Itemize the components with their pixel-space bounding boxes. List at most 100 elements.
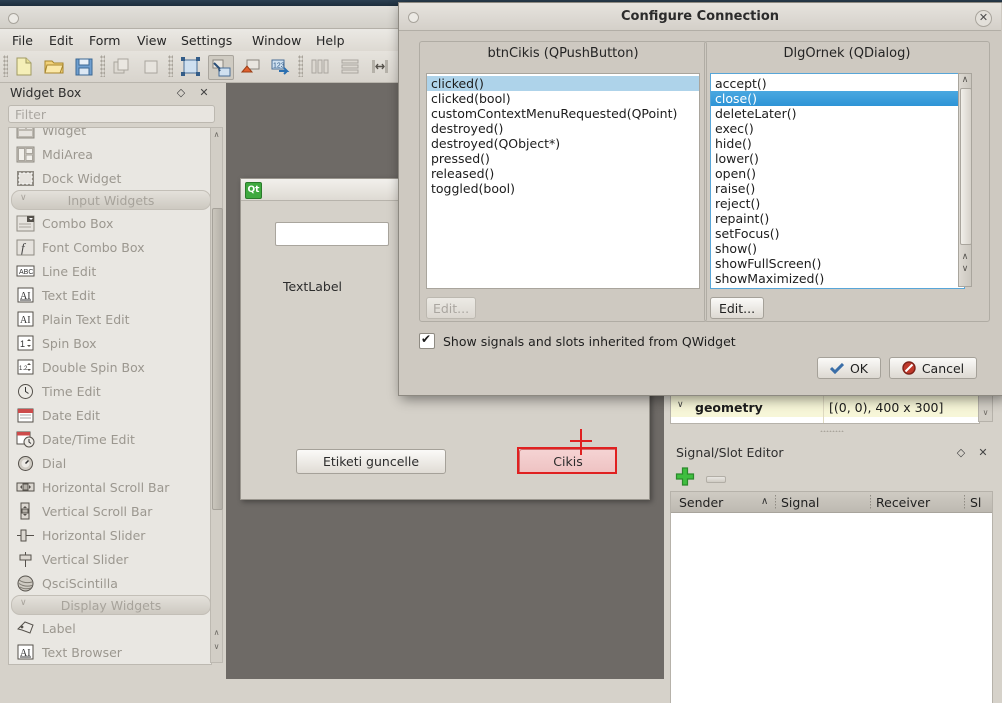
form-line-edit[interactable] bbox=[275, 222, 389, 246]
scroll-down-icon[interactable]: ∨ bbox=[960, 264, 970, 275]
float-icon[interactable]: ◇ bbox=[954, 446, 968, 460]
menu-edit[interactable]: Edit bbox=[45, 32, 77, 49]
list-item[interactable]: Time Edit bbox=[9, 379, 211, 403]
save-form-icon[interactable] bbox=[72, 55, 96, 78]
list-item[interactable]: raise() bbox=[711, 181, 964, 196]
list-item[interactable]: Vertical Scroll Bar bbox=[9, 499, 211, 523]
menu-help[interactable]: Help bbox=[312, 32, 349, 49]
list-item[interactable]: hide() bbox=[711, 136, 964, 151]
column-header-signal[interactable]: Signal bbox=[781, 495, 819, 510]
open-form-icon[interactable] bbox=[42, 55, 66, 78]
list-item[interactable]: Horizontal Scroll Bar bbox=[9, 475, 211, 499]
scroll-up-icon-2[interactable]: ∧ bbox=[212, 628, 221, 638]
list-item[interactable]: show() bbox=[711, 241, 964, 256]
list-item[interactable]: reject() bbox=[711, 196, 964, 211]
list-item[interactable]: open() bbox=[711, 166, 964, 181]
list-item[interactable]: showMinimized() bbox=[711, 286, 964, 288]
widget-box-scrollbar[interactable]: ∧ ∧ ∨ bbox=[210, 127, 223, 663]
configure-connection-dialog[interactable]: Configure Connection ✕ btnCikis (QPushBu… bbox=[398, 2, 1002, 396]
column-header-slot[interactable]: Sl bbox=[970, 495, 981, 510]
column-divider[interactable] bbox=[964, 495, 965, 509]
list-item[interactable]: Vertical Slider bbox=[9, 547, 211, 571]
signal-list[interactable]: clicked() clicked(bool) customContextMen… bbox=[426, 73, 700, 289]
edit-tab-order-icon[interactable]: 123 bbox=[268, 55, 292, 78]
list-item[interactable]: 1.2 Double Spin Box bbox=[9, 355, 211, 379]
list-item[interactable]: Date/Time Edit bbox=[9, 427, 211, 451]
toolbar-grip-2[interactable] bbox=[100, 55, 105, 77]
list-item[interactable]: accept() bbox=[711, 76, 964, 91]
list-item[interactable]: MdiArea bbox=[9, 142, 211, 166]
cancel-button[interactable]: Cancel bbox=[889, 357, 977, 379]
layout-vertical-icon[interactable] bbox=[338, 55, 362, 78]
menu-window[interactable]: Window bbox=[248, 32, 305, 49]
signal-slot-editor-table[interactable]: Sender ∧ Signal Receiver Sl bbox=[670, 491, 993, 703]
list-item[interactable]: AI Plain Text Edit bbox=[9, 307, 211, 331]
list-item[interactable]: Combo Box bbox=[9, 211, 211, 235]
copy-icon[interactable] bbox=[140, 55, 164, 78]
close-icon[interactable]: ✕ bbox=[975, 10, 992, 27]
list-item[interactable]: showMaximized() bbox=[711, 271, 964, 286]
column-header-sender[interactable]: Sender bbox=[679, 495, 723, 510]
list-item[interactable]: exec() bbox=[711, 121, 964, 136]
scrollbar-thumb[interactable] bbox=[212, 208, 223, 510]
new-form-icon[interactable] bbox=[12, 55, 36, 78]
menu-settings[interactable]: Settings bbox=[177, 32, 236, 49]
edit-widgets-icon[interactable] bbox=[178, 55, 202, 78]
list-item[interactable]: toggled(bool) bbox=[427, 181, 699, 196]
add-icon[interactable] bbox=[675, 467, 695, 487]
cut-icon[interactable] bbox=[110, 55, 134, 78]
list-item[interactable]: f Font Combo Box bbox=[9, 235, 211, 259]
checkbox-icon[interactable] bbox=[419, 332, 435, 349]
list-item[interactable]: pressed() bbox=[427, 151, 699, 166]
toolbar-grip-3[interactable] bbox=[168, 55, 173, 77]
menu-file[interactable]: File bbox=[8, 32, 37, 49]
close-icon[interactable]: ✕ bbox=[976, 446, 990, 460]
scroll-up-icon[interactable]: ∧ bbox=[960, 75, 970, 86]
dialog-titlebar[interactable]: Configure Connection ✕ bbox=[399, 3, 1001, 31]
inherited-checkbox-row[interactable]: Show signals and slots inherited from QW… bbox=[419, 332, 736, 349]
toolbar-grip[interactable] bbox=[3, 55, 8, 77]
ok-button[interactable]: OK bbox=[817, 357, 881, 379]
scroll-down-icon[interactable]: ∨ bbox=[981, 407, 990, 419]
list-item[interactable]: Dock Widget bbox=[9, 166, 211, 190]
list-item[interactable]: Label bbox=[9, 616, 211, 640]
slot-list[interactable]: accept() close() deleteLater() exec() hi… bbox=[710, 73, 965, 289]
signal-edit-button[interactable]: Edit... bbox=[426, 297, 476, 319]
list-item[interactable]: clicked(bool) bbox=[427, 91, 699, 106]
menu-form[interactable]: Form bbox=[85, 32, 125, 49]
sort-caret-icon[interactable]: ∧ bbox=[761, 496, 768, 507]
layout-splitter-icon[interactable] bbox=[368, 55, 392, 78]
list-item[interactable]: deleteLater() bbox=[711, 106, 964, 121]
list-item[interactable]: showFullScreen() bbox=[711, 256, 964, 271]
list-item[interactable]: Graphics View bbox=[9, 658, 211, 665]
window-menu-dot-icon[interactable] bbox=[8, 13, 19, 24]
list-item[interactable]: QsciScintilla bbox=[9, 571, 211, 595]
remove-icon[interactable] bbox=[706, 476, 726, 483]
category-display-widgets[interactable]: ∨ Display Widgets bbox=[11, 595, 211, 615]
scroll-up-icon[interactable]: ∧ bbox=[212, 130, 221, 140]
layout-horizontal-icon[interactable] bbox=[308, 55, 332, 78]
list-item[interactable]: close() bbox=[711, 91, 964, 106]
scroll-down-icon[interactable]: ∨ bbox=[212, 642, 221, 652]
menu-view[interactable]: View bbox=[133, 32, 171, 49]
slot-list-scrollbar[interactable]: ∧ ∧ ∨ bbox=[958, 73, 972, 287]
scroll-up-icon-2[interactable]: ∧ bbox=[960, 252, 970, 263]
list-item[interactable]: 1 Spin Box bbox=[9, 331, 211, 355]
list-item[interactable]: setFocus() bbox=[711, 226, 964, 241]
list-item[interactable]: destroyed() bbox=[427, 121, 699, 136]
widget-box-filter-input[interactable]: Filter bbox=[8, 105, 215, 123]
table-row[interactable]: ∨ geometry [(0, 0), 400 x 300] bbox=[671, 399, 979, 418]
column-header-receiver[interactable]: Receiver bbox=[876, 495, 930, 510]
list-item[interactable]: AI Text Edit bbox=[9, 283, 211, 307]
list-item[interactable]: destroyed(QObject*) bbox=[427, 136, 699, 151]
edit-buddies-icon[interactable] bbox=[238, 55, 262, 78]
widget-box-list[interactable]: Widget MdiArea Dock Widget ∨ Input Widge… bbox=[8, 127, 212, 665]
slot-edit-button[interactable]: Edit... bbox=[710, 297, 764, 319]
list-item[interactable]: repaint() bbox=[711, 211, 964, 226]
list-item[interactable]: ABC Line Edit bbox=[9, 259, 211, 283]
column-divider[interactable] bbox=[870, 495, 871, 509]
list-item[interactable]: Dial bbox=[9, 451, 211, 475]
edit-signals-slots-icon[interactable] bbox=[208, 55, 234, 80]
category-input-widgets[interactable]: ∨ Input Widgets bbox=[11, 190, 211, 210]
row-expander-icon[interactable]: ∨ bbox=[677, 400, 684, 410]
